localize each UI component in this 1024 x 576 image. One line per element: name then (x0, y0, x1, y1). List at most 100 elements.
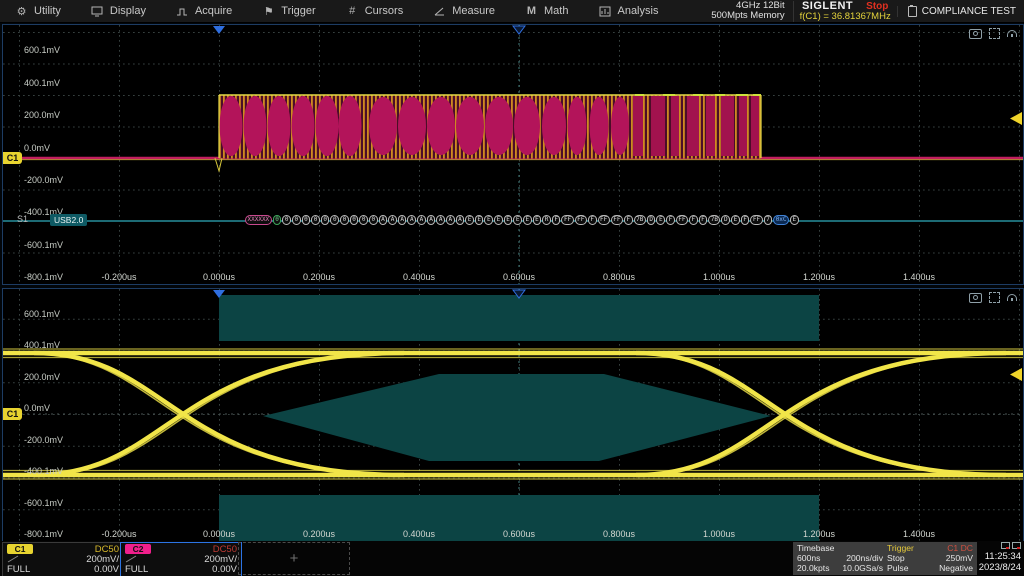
timebase-box[interactable]: Timebase 600ns 200ns/div 20.0kpts 10.0GS… (793, 542, 887, 575)
decode-token: D (721, 215, 730, 225)
decode-token: E (465, 215, 474, 225)
menu-label: Measure (452, 5, 495, 17)
oscilloscope-screen: ⚙ Utility Display Acquire ⚑ Trigger # Cu… (0, 0, 1024, 576)
usb2-bus-badge[interactable]: USB2.0 (50, 214, 87, 226)
compliance-test-label: COMPLIANCE TEST (922, 6, 1016, 17)
brand-block: SIGLENT Stop f(C1) = 36.81367MHz (793, 1, 897, 22)
probe-icon[interactable] (1007, 30, 1017, 37)
decode-token: E (533, 215, 542, 225)
channel2-bandwidth: FULL (125, 564, 148, 575)
flag-icon: ⚑ (262, 5, 275, 18)
decode-token: 0 (340, 215, 349, 225)
decode-token: 0 (359, 215, 368, 225)
decode-token: 0 (330, 215, 339, 225)
decode-token: E (504, 215, 513, 225)
decode-token: 0 (292, 215, 301, 225)
compliance-mask (219, 295, 819, 541)
eye-diagram-plot[interactable]: 600.1mV400.1mV200.0mV0.0mV-200.0mV-400.1… (2, 288, 1024, 542)
decode-token-strip: XXXXXX00000000000AAAAAAAAAEEEEEEEERFFFFF… (245, 214, 799, 226)
menu-item-display[interactable]: Display (76, 0, 161, 22)
channel1-box[interactable]: C1 DC50 200mV/ FULL 0.00V (2, 542, 124, 576)
decode-token: FF (676, 215, 688, 225)
add-channel-button[interactable]: + (238, 542, 350, 575)
channel1-offset-tag[interactable]: C1 (3, 408, 22, 420)
menu-item-measure[interactable]: Measure (418, 0, 510, 22)
camera-icon[interactable] (969, 29, 982, 39)
menu-item-trigger[interactable]: ⚑ Trigger (247, 0, 330, 22)
decode-token: XXXXXX (245, 215, 272, 225)
timebase-points: 20.0kpts (797, 563, 830, 573)
channel1-offset-tag[interactable]: C1 (3, 152, 22, 164)
decode-token: A (407, 215, 416, 225)
decode-token: R (542, 215, 551, 225)
decode-token: A (379, 215, 388, 225)
menu-item-math[interactable]: M Math (510, 0, 583, 22)
brand-logo: SIGLENT (802, 0, 853, 12)
menu-label: Analysis (617, 5, 658, 17)
menu-label: Utility (34, 5, 61, 17)
expand-icon[interactable] (989, 292, 1000, 303)
compliance-test-button[interactable]: COMPLIANCE TEST (897, 6, 1024, 17)
decode-token: F (699, 215, 708, 225)
camera-icon[interactable] (969, 293, 982, 303)
decode-token: E (475, 215, 484, 225)
decode-token: E (790, 215, 799, 225)
decode-token: A (398, 215, 407, 225)
decode-token: 0 (282, 215, 291, 225)
decode-token: A (436, 215, 445, 225)
decode-token: F (588, 215, 597, 225)
waveform-plot[interactable]: 600.1mV400.1mV200.0mV0.0mV-200.0mV-400.1… (2, 24, 1024, 285)
timebase-scale: 200ns/div (846, 553, 883, 563)
plus-icon: + (290, 550, 299, 567)
decode-token: A (446, 215, 455, 225)
menu-label: Math (544, 5, 568, 17)
decode-token: FF (561, 215, 573, 225)
decode-token: E (731, 215, 740, 225)
acquire-icon (176, 6, 189, 17)
trigger-state: Stop (887, 553, 905, 563)
decode-token: 0 (350, 215, 359, 225)
lan-icon (1001, 542, 1010, 549)
lan-icon (1012, 542, 1021, 549)
trigger-source: C1 DC (947, 543, 973, 553)
sample-rate: 10.0GSa/s (842, 563, 883, 573)
decode-token: F (689, 215, 698, 225)
decode-token: 7B (708, 215, 720, 225)
measure-icon (433, 6, 446, 17)
decode-token: 7B (634, 215, 646, 225)
channel1-bandwidth: FULL (7, 564, 30, 575)
menu-item-cursors[interactable]: # Cursors (331, 0, 419, 22)
timebase-title: Timebase (797, 543, 834, 553)
menu-item-analysis[interactable]: Analysis (583, 0, 673, 22)
channel2-box[interactable]: C2 DC50 200mV/ FULL 0.00V (120, 542, 242, 576)
timebase-delay: 600ns (797, 553, 820, 563)
decode-token: FF (750, 215, 762, 225)
decode-token: A (417, 215, 426, 225)
menu-item-acquire[interactable]: Acquire (161, 0, 247, 22)
decode-token: FF (575, 215, 587, 225)
decode-token: D (647, 215, 656, 225)
decode-token: 0 (302, 215, 311, 225)
decode-token: 7 (764, 215, 773, 225)
expand-icon[interactable] (989, 28, 1000, 39)
menu-bar: ⚙ Utility Display Acquire ⚑ Trigger # Cu… (0, 0, 1024, 23)
decode-token: A (456, 215, 465, 225)
status-bar: C1 DC50 200mV/ FULL 0.00V C2 DC50 200mV/ (0, 541, 1024, 576)
decode-token: E (484, 215, 493, 225)
decode-token: E (494, 215, 503, 225)
run-state-badge[interactable]: Stop (866, 1, 888, 12)
channel1-offset: 0.00V (94, 564, 119, 575)
decode-token: A (388, 215, 397, 225)
trigger-slope: Negative (939, 563, 973, 573)
menu-item-utility[interactable]: ⚙ Utility (0, 0, 76, 22)
decode-token: FF (611, 215, 623, 225)
clock-box[interactable]: 11:25:34 2023/8/24 (973, 542, 1022, 573)
channel2-chip: C2 (125, 544, 151, 554)
plot-corner-toolbar (969, 292, 1017, 303)
decode-token: F (624, 215, 633, 225)
probe-icon[interactable] (1007, 294, 1017, 301)
trigger-box[interactable]: Trigger C1 DC Stop 250mV Pulse Negative (883, 542, 977, 575)
serial-bus-tag: S1 (17, 214, 28, 224)
decode-token: E (656, 215, 665, 225)
decode-token: 0xC (773, 215, 789, 225)
